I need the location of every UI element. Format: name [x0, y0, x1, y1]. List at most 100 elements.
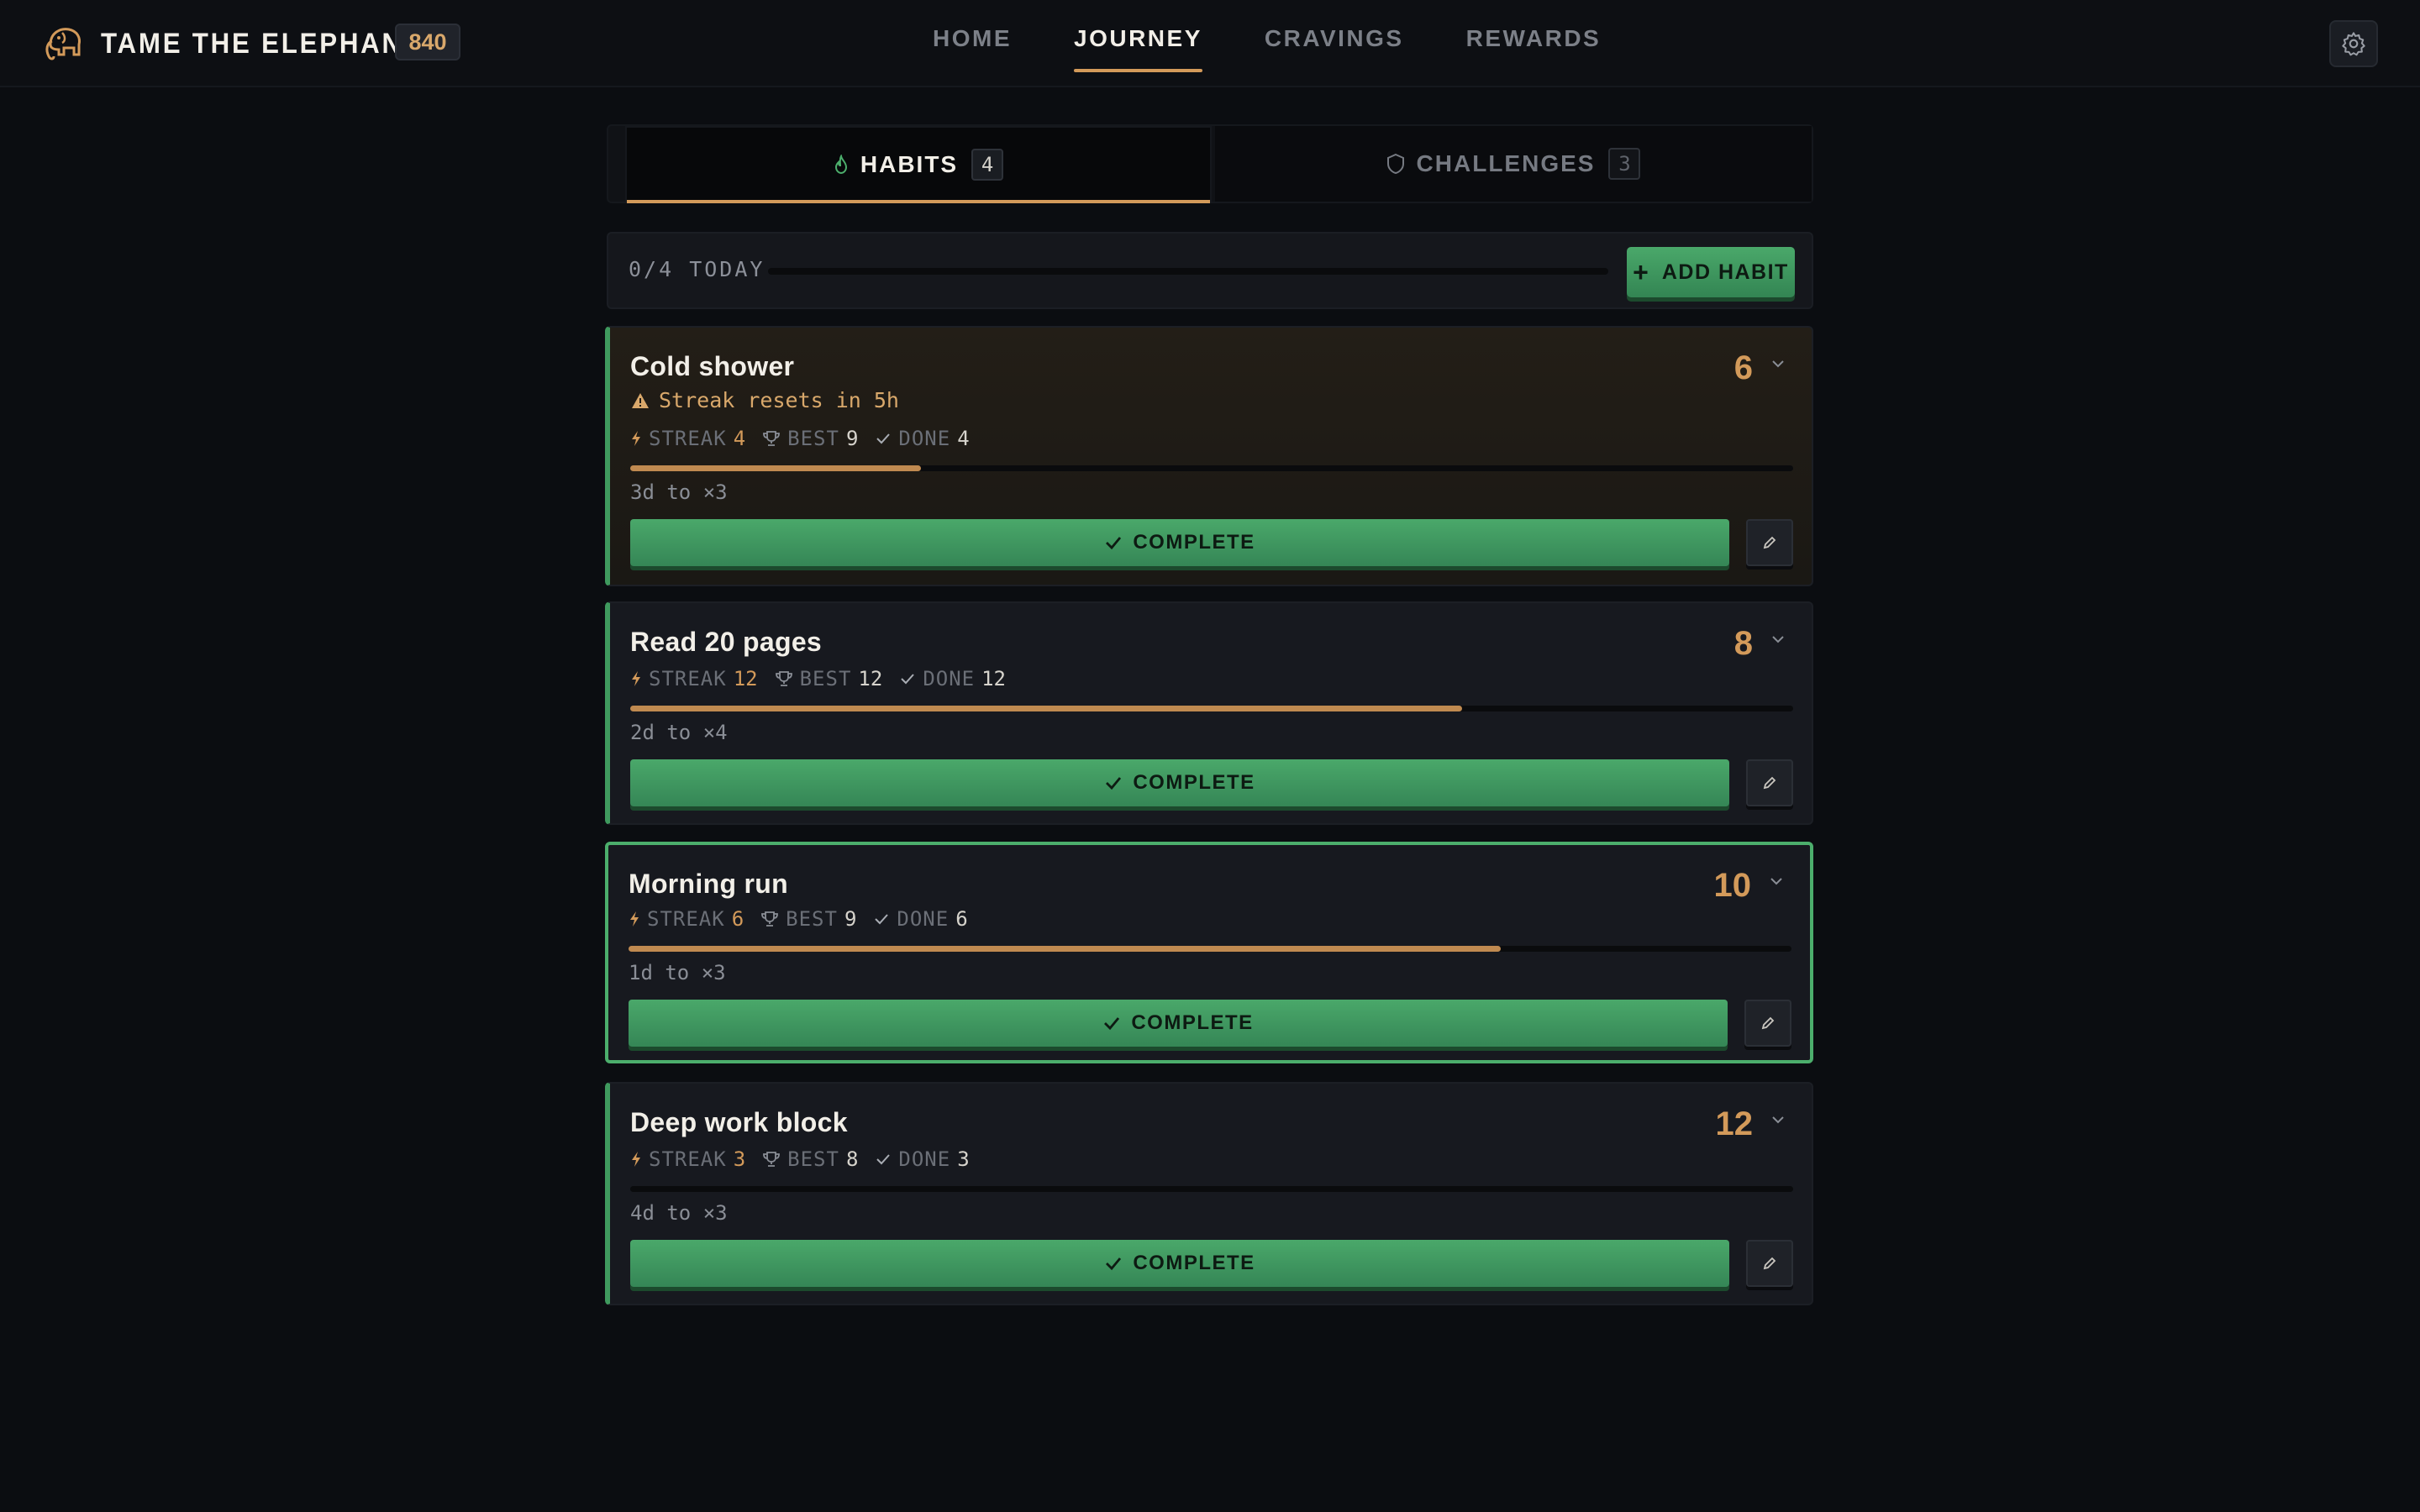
chevron-down-icon[interactable]	[1770, 1114, 1786, 1126]
app-header: TAME THE ELEPHANT 840 HOME JOURNEY CRAVI…	[0, 0, 2420, 87]
bolt-icon	[632, 671, 640, 686]
streak-warning: Streak resets in 5h	[630, 388, 899, 412]
habit-progress-bar	[629, 946, 1791, 952]
stat-best: BEST 9	[760, 907, 856, 931]
plus-icon: +	[1633, 256, 1649, 287]
add-habit-button[interactable]: + ADD HABIT	[1627, 247, 1795, 297]
tab-habits-count: 4	[971, 149, 1004, 181]
habit-name: Cold shower	[630, 351, 795, 381]
stat-done: DONE 12	[899, 667, 1006, 690]
trophy-icon	[763, 1152, 781, 1167]
points-badge: 840	[395, 24, 460, 60]
tab-challenges-count: 3	[1608, 148, 1641, 180]
habit-points: 8	[1733, 625, 1753, 662]
check-icon	[901, 674, 915, 685]
habit-progress-fill	[630, 465, 921, 471]
complete-button[interactable]: COMPLETE	[630, 759, 1729, 806]
check-icon	[876, 433, 891, 444]
stat-streak: STREAK 12	[630, 667, 758, 690]
chevron-down-icon[interactable]	[1770, 633, 1786, 645]
tab-challenges-label: CHALLENGES	[1416, 150, 1596, 176]
habit-name: Deep work block	[630, 1107, 848, 1137]
edit-button[interactable]	[1744, 1000, 1791, 1047]
chevron-down-icon[interactable]	[1768, 875, 1785, 887]
check-icon	[1104, 1017, 1120, 1031]
gear-icon	[2342, 32, 2365, 56]
brand[interactable]: TAME THE ELEPHANT	[42, 18, 450, 69]
habit-card-deep-work-block[interactable]: Deep work block 12 STREAK 3 BEST 8 DONE …	[605, 1082, 1813, 1305]
check-icon	[1106, 537, 1122, 550]
habit-progress-fill	[629, 946, 1501, 952]
today-progress-row: 0/4 TODAY + ADD HABIT	[607, 232, 1813, 309]
stat-best: BEST 9	[762, 427, 858, 450]
habit-card-read-20-pages[interactable]: Read 20 pages 8 STREAK 12 BEST 12 DONE 1…	[605, 601, 1813, 825]
shield-icon	[1386, 153, 1404, 175]
complete-button[interactable]: COMPLETE	[629, 1000, 1728, 1047]
app-title: TAME THE ELEPHANT	[101, 27, 422, 60]
edit-button[interactable]	[1746, 1240, 1793, 1287]
pencil-icon	[1763, 536, 1776, 549]
today-progress-bar	[768, 268, 1608, 275]
trophy-icon	[761, 911, 779, 927]
pencil-icon	[1763, 1257, 1776, 1270]
main-nav: HOME JOURNEY CRAVINGS REWARDS	[933, 25, 1663, 76]
tab-challenges[interactable]: CHALLENGES 3	[1215, 126, 1812, 202]
settings-button[interactable]	[2329, 20, 2378, 67]
bolt-icon	[630, 911, 639, 927]
warning-icon	[632, 392, 649, 408]
today-progress-label: 0/4 TODAY	[629, 257, 765, 281]
tab-habits-label: HABITS	[860, 151, 959, 177]
complete-button[interactable]: COMPLETE	[630, 519, 1729, 566]
complete-button[interactable]: COMPLETE	[630, 1240, 1729, 1287]
stat-best: BEST 12	[775, 667, 882, 690]
trophy-icon	[775, 671, 792, 686]
habit-stats: STREAK 3 BEST 8 DONE 3	[630, 1147, 986, 1171]
stat-streak: STREAK 4	[630, 427, 745, 450]
pencil-icon	[1763, 776, 1776, 790]
habit-points: 6	[1733, 349, 1753, 386]
habit-points: 10	[1713, 867, 1752, 904]
habit-progress-bar	[630, 1186, 1793, 1192]
habit-name: Read 20 pages	[630, 627, 823, 657]
add-habit-label: ADD HABIT	[1661, 260, 1789, 284]
check-icon	[1106, 777, 1122, 790]
habit-progress-bar	[630, 465, 1793, 471]
multiplier-text: 4d to ×3	[630, 1201, 728, 1225]
nav-cravings[interactable]: CRAVINGS	[1265, 25, 1404, 72]
stat-streak: STREAK 3	[630, 1147, 745, 1171]
habit-stats: STREAK 6 BEST 9 DONE 6	[629, 907, 985, 931]
multiplier-text: 3d to ×3	[630, 480, 728, 504]
streak-warning-text: Streak resets in 5h	[659, 388, 899, 412]
flame-icon	[834, 155, 847, 175]
habit-name: Morning run	[629, 869, 788, 899]
multiplier-text: 1d to ×3	[629, 961, 726, 984]
habit-stats: STREAK 12 BEST 12 DONE 12	[630, 667, 1023, 690]
trophy-icon	[763, 431, 781, 446]
multiplier-text: 2d to ×4	[630, 721, 728, 744]
bolt-icon	[632, 431, 640, 446]
stat-streak: STREAK 6	[629, 907, 744, 931]
stat-done: DONE 4	[875, 427, 970, 450]
check-icon	[875, 914, 889, 925]
habit-points: 12	[1715, 1105, 1754, 1142]
elephant-icon	[45, 28, 81, 60]
nav-home[interactable]: HOME	[933, 25, 1012, 72]
habit-progress-bar	[630, 706, 1793, 711]
check-icon	[1106, 1257, 1122, 1271]
stat-done: DONE 6	[873, 907, 968, 931]
nav-rewards[interactable]: REWARDS	[1466, 25, 1602, 72]
pencil-icon	[1761, 1016, 1775, 1030]
bolt-icon	[632, 1152, 640, 1167]
stat-done: DONE 3	[875, 1147, 970, 1171]
journey-tabs: HABITS 4 CHALLENGES 3	[607, 124, 1813, 203]
edit-button[interactable]	[1746, 759, 1793, 806]
habit-progress-fill	[630, 706, 1462, 711]
habit-card-cold-shower[interactable]: Cold shower 6 Streak resets in 5h STREAK…	[605, 326, 1813, 586]
habit-stats: STREAK 4 BEST 9 DONE 4	[630, 427, 986, 450]
check-icon	[876, 1154, 891, 1165]
habit-card-morning-run[interactable]: Morning run 10 STREAK 6 BEST 9 DONE 6 1d…	[605, 842, 1813, 1063]
edit-button[interactable]	[1746, 519, 1793, 566]
tab-habits[interactable]: HABITS 4	[625, 126, 1212, 203]
chevron-down-icon[interactable]	[1770, 358, 1786, 370]
nav-journey[interactable]: JOURNEY	[1074, 25, 1202, 72]
